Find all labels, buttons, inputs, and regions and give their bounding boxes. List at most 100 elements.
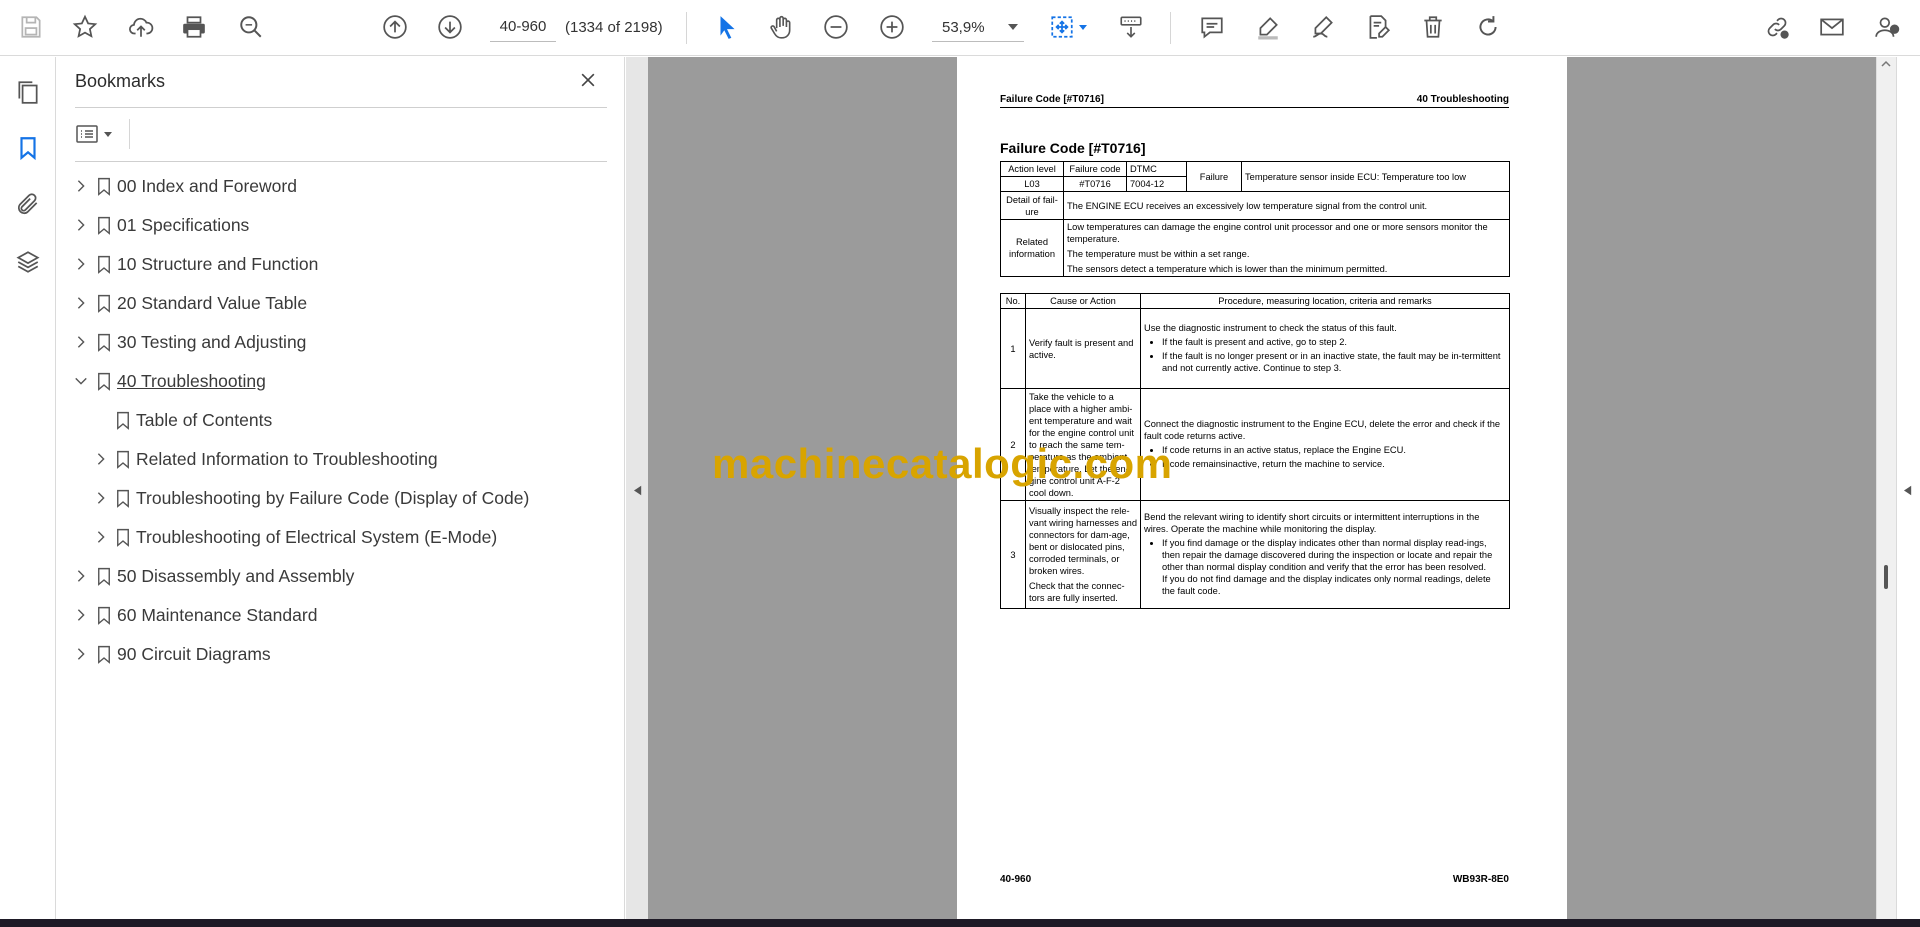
expand-tools-icon[interactable] (1898, 470, 1918, 510)
bookmark-item[interactable]: 30 Testing and Adjusting (57, 323, 617, 361)
chevron-right-icon[interactable] (72, 255, 90, 273)
zoom-in-icon[interactable] (875, 10, 909, 44)
chevron-right-icon[interactable] (72, 294, 90, 312)
edit-text-icon[interactable] (1361, 10, 1395, 44)
step-procedure: Connect the diagnostic instrument to the… (1140, 388, 1510, 501)
bookmark-label: 20 Standard Value Table (117, 293, 308, 313)
collapse-panel-icon[interactable] (628, 470, 648, 510)
bookmark-icon (94, 643, 114, 665)
bookmark-item[interactable]: 60 Maintenance Standard (57, 596, 617, 634)
column-header: Cause or Action (1025, 293, 1141, 309)
chevron-right-icon[interactable] (92, 528, 110, 546)
chevron-right-icon[interactable] (72, 177, 90, 195)
table-cell: Temperature sensor inside ECU: Temperatu… (1241, 161, 1510, 192)
bookmark-label: 40 Troubleshooting (117, 371, 266, 391)
bookmark-label: Table of Contents (136, 410, 273, 430)
bookmark-icon (94, 370, 114, 392)
bookmark-item[interactable]: 20 Standard Value Table (57, 284, 617, 322)
cloud-upload-icon[interactable] (124, 10, 158, 44)
table-cell: DTMC (1126, 161, 1187, 177)
close-icon[interactable] (575, 67, 601, 93)
bookmark-item[interactable]: 90 Circuit Diagrams (57, 635, 617, 673)
table-cell: The ENGINE ECU receives an excessively l… (1063, 191, 1510, 220)
bookmark-item[interactable]: 00 Index and Foreword (57, 167, 617, 205)
vertical-scrollbar[interactable] (1876, 57, 1896, 919)
paragraph: Check that the connec-tors are fully ins… (1029, 581, 1125, 603)
table-cell: Failure code (1063, 161, 1127, 177)
list-item: If you find damage or the display indica… (1162, 537, 1506, 597)
page-thumbnails-icon[interactable] (11, 75, 45, 109)
hand-tool-icon[interactable] (764, 10, 798, 44)
scroll-up-icon[interactable] (1880, 57, 1892, 69)
chevron-down-icon[interactable] (72, 372, 90, 390)
bookmark-icon (94, 214, 114, 236)
print-icon[interactable] (177, 10, 211, 44)
page-footer-left: 40-960 (1000, 874, 1032, 885)
layers-icon[interactable] (11, 245, 45, 279)
zoom-out-icon[interactable] (819, 10, 853, 44)
account-icon[interactable] (1870, 10, 1904, 44)
step-number: 3 (1000, 500, 1026, 609)
bookmark-item[interactable]: 10 Structure and Function (57, 245, 617, 283)
chevron-right-icon[interactable] (92, 450, 110, 468)
next-page-icon[interactable] (433, 10, 467, 44)
bookmarks-icon[interactable] (11, 131, 45, 165)
chevron-right-icon[interactable] (92, 489, 110, 507)
paragraph: Use the diagnostic instrument to check t… (1144, 322, 1397, 333)
bookmark-item[interactable]: Table of Contents (57, 401, 617, 439)
toolbar-divider (129, 119, 130, 149)
zoom-dropdown[interactable]: 53,9% (932, 12, 1024, 42)
list-item-text: If you find damage or the display indica… (1162, 537, 1493, 572)
bookmark-item[interactable]: Troubleshooting by Failure Code (Display… (57, 479, 617, 517)
bookmark-options-button[interactable] (75, 119, 123, 149)
bookmark-icon (113, 487, 133, 509)
chevron-right-icon[interactable] (72, 567, 90, 585)
save-icon[interactable] (14, 10, 48, 44)
bookmark-icon (94, 604, 114, 626)
column-header: No. (1000, 293, 1026, 309)
bookmark-label: 30 Testing and Adjusting (117, 332, 307, 352)
bookmark-icon (94, 292, 114, 314)
table-cell: #T0716 (1063, 176, 1127, 192)
list-item: If code returns in an active status, rep… (1162, 444, 1506, 456)
attachments-icon[interactable] (11, 187, 45, 221)
step-procedure: Use the diagnostic instrument to check t… (1140, 308, 1510, 389)
table-cell: Related information (1000, 219, 1064, 277)
highlight-icon[interactable] (1251, 10, 1285, 44)
star-icon[interactable] (68, 10, 102, 44)
page-number-input[interactable] (490, 12, 556, 42)
email-icon[interactable] (1815, 10, 1849, 44)
rotate-icon[interactable] (1471, 10, 1505, 44)
bookmark-icon (113, 448, 133, 470)
chevron-down-icon (104, 131, 112, 137)
chevron-right-icon[interactable] (72, 606, 90, 624)
chevron-right-icon[interactable] (72, 216, 90, 234)
bookmark-item[interactable]: Troubleshooting of Electrical System (E-… (57, 518, 617, 556)
page-header-left: Failure Code [#T0716] (1000, 94, 1104, 105)
paragraph: Visually inspect the rele-vant wiring ha… (1029, 506, 1138, 576)
chevron-right-icon[interactable] (72, 645, 90, 663)
bookmark-item[interactable]: 01 Specifications (57, 206, 617, 244)
main-toolbar: (1334 of 2198) 53,9% (0, 0, 1920, 56)
bookmark-item[interactable]: 40 Troubleshooting (57, 362, 617, 400)
table-cell: Low temperatures can damage the engine c… (1063, 219, 1510, 277)
comment-icon[interactable] (1195, 10, 1229, 44)
select-tool-icon[interactable] (710, 10, 744, 44)
list-item: If the fault is present and active, go t… (1162, 336, 1506, 348)
step-number: 1 (1000, 308, 1026, 389)
delete-icon[interactable] (1416, 10, 1450, 44)
chevron-right-icon[interactable] (72, 333, 90, 351)
zoom-value: 53,9% (942, 19, 985, 36)
bookmark-label: 10 Structure and Function (117, 254, 319, 274)
previous-page-icon[interactable] (378, 10, 412, 44)
step-cause: Visually inspect the rele-vant wiring ha… (1025, 500, 1141, 609)
draw-icon[interactable] (1306, 10, 1340, 44)
zoom-search-icon[interactable] (234, 10, 268, 44)
scroll-mode-icon[interactable] (1114, 10, 1148, 44)
fit-page-icon[interactable] (1045, 10, 1079, 44)
scrollbar-thumb[interactable] (1884, 565, 1888, 589)
chevron-down-icon[interactable] (1079, 25, 1087, 30)
bookmark-item[interactable]: 50 Disassembly and Assembly (57, 557, 617, 595)
share-link-icon[interactable] (1760, 10, 1794, 44)
bookmark-item[interactable]: Related Information to Troubleshooting (57, 440, 617, 478)
